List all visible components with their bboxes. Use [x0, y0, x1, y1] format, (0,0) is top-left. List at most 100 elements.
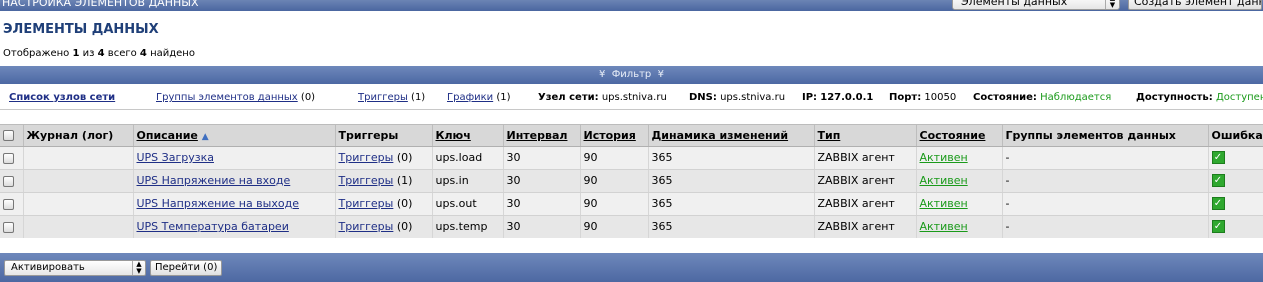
- col-history[interactable]: История: [580, 125, 649, 147]
- col-groups: Группы элементов данных: [1002, 125, 1209, 147]
- status-value: Наблюдается: [1040, 92, 1112, 103]
- col-interval[interactable]: Интервал: [503, 125, 581, 147]
- groups-cell: -: [1002, 169, 1209, 193]
- groups-cell: -: [1002, 215, 1209, 238]
- col-trends[interactable]: Динамика изменений: [648, 125, 815, 147]
- description-cell: UPS Загрузка: [133, 146, 336, 170]
- header-title: НАСТРОЙКА ЭЛЕМЕНТОВ ДАННЫХ: [2, 0, 199, 9]
- filter-toggle[interactable]: ¥ Фильтр ¥: [0, 66, 1263, 84]
- host-value: ups.stniva.ru: [601, 92, 667, 103]
- interval-cell: 30: [503, 169, 581, 193]
- history-cell: 90: [580, 192, 649, 216]
- chevron-down-double-icon: ¥: [657, 69, 665, 80]
- log-cell: [23, 146, 134, 170]
- dns-value: ups.stniva.ru: [720, 92, 786, 103]
- row-select-cell: [0, 215, 24, 238]
- item-triggers-link[interactable]: Триггеры: [339, 197, 394, 210]
- row-select-cell: [0, 192, 24, 216]
- triggers-cell: Триггеры (0): [335, 192, 433, 216]
- col-history-label[interactable]: История: [584, 129, 636, 142]
- col-description-label[interactable]: Описание: [137, 129, 198, 142]
- item-triggers-link[interactable]: Триггеры: [339, 220, 394, 233]
- item-description-link[interactable]: UPS Загрузка: [137, 151, 214, 164]
- type-cell: ZABBIX агент: [814, 146, 917, 170]
- trends-cell: 365: [648, 146, 815, 170]
- shown-total-label: всего: [107, 48, 137, 59]
- col-type-label[interactable]: Тип: [818, 129, 841, 142]
- row-checkbox[interactable]: [3, 198, 14, 210]
- item-description-link[interactable]: UPS Температура батареи: [137, 220, 289, 233]
- table-row: UPS Напряжение на входе Триггеры (1) ups…: [0, 169, 1263, 193]
- item-status-link[interactable]: Активен: [920, 151, 968, 164]
- type-cell: ZABBIX агент: [814, 192, 917, 216]
- key-cell: ups.temp: [432, 215, 504, 238]
- create-item-button[interactable]: Создать элемент данных: [1128, 0, 1262, 10]
- col-trends-label[interactable]: Динамика изменений: [652, 129, 789, 142]
- key-cell: ups.in: [432, 169, 504, 193]
- item-status-link[interactable]: Активен: [920, 197, 968, 210]
- graphs-count: (1): [496, 92, 511, 103]
- item-description-link[interactable]: UPS Напряжение на входе: [137, 174, 291, 187]
- error-cell: ✓: [1208, 192, 1263, 216]
- trends-cell: 365: [648, 169, 815, 193]
- row-checkbox[interactable]: [3, 175, 14, 187]
- triggers-cell: Триггеры (0): [335, 146, 433, 170]
- items-table-wrapper: Журнал (лог) Описание ▲ Триггеры Ключ Ин…: [0, 124, 1263, 238]
- error-cell: ✓: [1208, 169, 1263, 193]
- description-cell: UPS Напряжение на входе: [133, 169, 336, 193]
- graphs-link[interactable]: Графики: [447, 92, 493, 103]
- shown-count: Отображено 1 из 4 всего 4 найдено: [3, 48, 195, 59]
- col-status[interactable]: Состояние: [916, 125, 1003, 147]
- triggers-cell: Триггеры (0): [335, 215, 433, 238]
- check-icon: ✓: [1211, 151, 1225, 165]
- status-cell: Активен: [916, 169, 1003, 193]
- item-triggers-count: (0): [396, 220, 413, 233]
- item-triggers-link[interactable]: Триггеры: [339, 174, 394, 187]
- interval-cell: 30: [503, 215, 581, 238]
- port-value: 10050: [924, 92, 957, 103]
- item-groups-link[interactable]: Группы элементов данных: [156, 92, 298, 103]
- select-arrows-icon: ▲▼: [1105, 0, 1119, 9]
- status-label: Состояние:: [973, 92, 1037, 103]
- shown-found-label: найдено: [150, 48, 195, 59]
- item-description-link[interactable]: UPS Напряжение на выходе: [137, 197, 299, 210]
- col-type[interactable]: Тип: [814, 125, 917, 147]
- history-cell: 90: [580, 169, 649, 193]
- filter-label: Фильтр: [611, 69, 652, 80]
- item-triggers-link[interactable]: Триггеры: [339, 151, 394, 164]
- item-status-link[interactable]: Активен: [920, 174, 968, 187]
- host-list-link[interactable]: Список узлов сети: [9, 92, 115, 103]
- col-triggers: Триггеры: [335, 125, 433, 147]
- check-icon: ✓: [1211, 220, 1225, 234]
- row-checkbox[interactable]: [3, 221, 14, 233]
- row-select-cell: [0, 146, 24, 170]
- history-cell: 90: [580, 146, 649, 170]
- col-status-label[interactable]: Состояние: [920, 129, 986, 142]
- history-cell: 90: [580, 215, 649, 238]
- bottom-action-bar: Активировать ▲ ▼ Перейти (0): [0, 253, 1263, 282]
- col-description[interactable]: Описание ▲: [133, 125, 336, 147]
- col-interval-label[interactable]: Интервал: [507, 129, 568, 142]
- item-type-select[interactable]: Элементы данных ▲▼: [952, 0, 1120, 10]
- col-key[interactable]: Ключ: [432, 125, 504, 147]
- log-cell: [23, 215, 134, 238]
- row-checkbox[interactable]: [3, 152, 14, 164]
- items-table: Журнал (лог) Описание ▲ Триггеры Ключ Ин…: [0, 125, 1263, 238]
- col-log: Журнал (лог): [23, 125, 134, 147]
- ip-value: 127.0.0.1: [820, 92, 874, 103]
- triggers-link[interactable]: Триггеры: [358, 92, 408, 103]
- table-header-row: Журнал (лог) Описание ▲ Триггеры Ключ Ин…: [0, 125, 1263, 147]
- error-cell: ✓: [1208, 215, 1263, 238]
- item-triggers-count: (1): [396, 174, 413, 187]
- select-all-checkbox[interactable]: [3, 130, 14, 142]
- item-status-link[interactable]: Активен: [920, 220, 968, 233]
- dns-label: DNS:: [689, 92, 717, 103]
- mass-action-select[interactable]: Активировать ▲ ▼: [4, 260, 146, 276]
- type-cell: ZABBIX агент: [814, 169, 917, 193]
- go-button[interactable]: Перейти (0): [150, 260, 223, 276]
- table-row: UPS Напряжение на выходе Триггеры (0) up…: [0, 192, 1263, 216]
- col-key-label[interactable]: Ключ: [436, 129, 471, 142]
- triggers-count: (1): [411, 92, 426, 103]
- item-type-select-value: Элементы данных: [961, 0, 1068, 8]
- check-icon: ✓: [1211, 197, 1225, 211]
